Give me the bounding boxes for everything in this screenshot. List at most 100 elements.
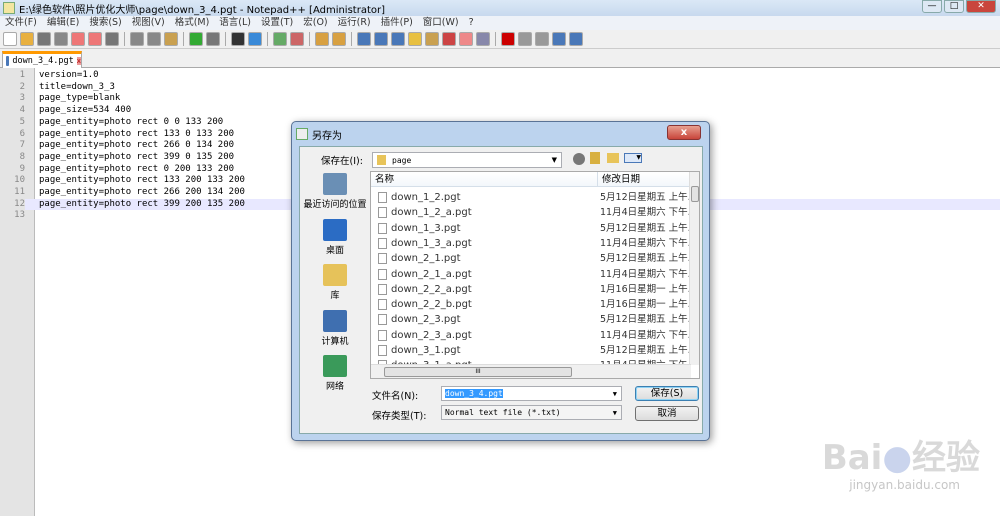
toolbar-button-icon[interactable] (425, 32, 439, 46)
menu-item[interactable]: 搜索(S) (84, 16, 126, 30)
tab-close-icon[interactable]: x (76, 57, 81, 65)
file-date: 11月4日星期六 下午... (600, 268, 690, 280)
toolbar-button-icon[interactable] (476, 32, 490, 46)
file-row[interactable]: down_1_3.pgt 5月12日星期五 上午... (371, 221, 691, 236)
close-button[interactable]: ✕ (966, 0, 996, 13)
toolbar-button-icon[interactable] (408, 32, 422, 46)
places-bar: 最近访问的位置桌面库计算机网络 (301, 169, 369, 433)
column-header-date[interactable]: 修改日期 (597, 172, 691, 187)
menu-item[interactable]: 视图(V) (127, 16, 170, 30)
file-list[interactable]: 名称 修改日期 down_1_2.pgt 5月12日星期五 上午... down_1… (370, 171, 700, 379)
line-number: 1 (19, 70, 25, 80)
tab-down-3-4[interactable]: down_3_4.pgt x (2, 51, 82, 68)
menu-item[interactable]: 文件(F) (0, 16, 42, 30)
editor-line[interactable]: 1 version=1.0 (0, 70, 1000, 82)
file-row[interactable]: down_1_3_a.pgt 11月4日星期六 下午... (371, 236, 691, 251)
place-3[interactable]: 计算机 (301, 309, 369, 347)
toolbar-button-icon[interactable] (569, 32, 583, 46)
toolbar-button-icon[interactable] (189, 32, 203, 46)
toolbar-button-icon[interactable] (535, 32, 549, 46)
menu-item[interactable]: 运行(R) (333, 16, 376, 30)
toolbar-button-icon[interactable] (290, 32, 304, 46)
toolbar-button-icon[interactable] (164, 32, 178, 46)
file-row[interactable]: down_2_3_a.pgt 11月4日星期六 下午... (371, 328, 691, 343)
toolbar-button-icon[interactable] (88, 32, 102, 46)
place-4[interactable]: 网络 (301, 355, 369, 392)
save-button[interactable]: 保存(S) (635, 386, 699, 401)
toolbar-button-icon[interactable] (37, 32, 51, 46)
menu-item[interactable]: 设置(T) (256, 16, 298, 30)
editor-line[interactable]: 2 title=down_3_3 (0, 82, 1000, 94)
place-icon (323, 309, 347, 332)
toolbar-button-icon[interactable] (54, 32, 68, 46)
toolbar-button-icon[interactable] (459, 32, 473, 46)
place-label: 桌面 (325, 245, 344, 256)
maximize-button[interactable]: □ (944, 0, 964, 13)
baidu-watermark-logo: Bai●经验 (821, 438, 980, 478)
menu-item[interactable]: ? (464, 16, 479, 30)
editor-line[interactable]: 4 page_size=534 400 (0, 105, 1000, 117)
toolbar-button-icon[interactable] (273, 32, 287, 46)
toolbar-button-icon[interactable] (391, 32, 405, 46)
toolbar-button-icon[interactable] (332, 32, 346, 46)
menu-item[interactable]: 宏(O) (298, 16, 332, 30)
menu-item[interactable]: 窗口(W) (418, 16, 464, 30)
toolbar-button-icon[interactable] (71, 32, 85, 46)
toolbar-button-icon[interactable] (442, 32, 456, 46)
line-number: 4 (19, 105, 25, 116)
place-2[interactable]: 库 (301, 264, 369, 301)
toolbar-button-icon[interactable] (105, 32, 119, 46)
toolbar-button-icon[interactable] (552, 32, 566, 46)
toolbar-button-icon[interactable] (20, 32, 34, 46)
line-number: 6 (19, 128, 25, 139)
toolbar-button-icon[interactable] (3, 32, 17, 46)
file-icon (378, 283, 387, 295)
file-row[interactable]: down_3_1.pgt 5月12日星期五 上午... (371, 343, 691, 358)
dialog-close-button[interactable]: x (667, 125, 701, 140)
file-icon (378, 253, 387, 265)
toolbar-button-icon[interactable] (357, 32, 371, 46)
file-row[interactable]: down_1_2_a.pgt 11月4日星期六 下午... (371, 205, 691, 220)
toolbar-button-icon[interactable] (501, 32, 515, 46)
up-folder-icon[interactable] (590, 152, 600, 164)
view-menu-icon[interactable]: ▼ (624, 153, 642, 163)
toolbar-button-icon[interactable] (315, 32, 329, 46)
save-in-dropdown[interactable]: page ▼ (372, 152, 562, 168)
horizontal-scrollbar[interactable]: III (371, 364, 691, 378)
file-row[interactable]: down_2_1.pgt 5月12日星期五 上午... (371, 251, 691, 266)
column-header-name[interactable]: 名称 (371, 172, 597, 187)
toolbar-button-icon[interactable] (147, 32, 161, 46)
editor-line[interactable]: 3 page_type=blank (0, 93, 1000, 105)
file-row[interactable]: down_1_2.pgt 5月12日星期五 上午... (371, 190, 691, 205)
line-number: 2 (19, 81, 25, 92)
toolbar-button-icon[interactable] (231, 32, 245, 46)
file-row[interactable]: down_2_3.pgt 5月12日星期五 上午... (371, 312, 691, 327)
new-folder-icon[interactable] (607, 153, 619, 163)
back-icon[interactable] (573, 153, 585, 165)
toolbar-button-icon[interactable] (518, 32, 532, 46)
filename-input[interactable]: down_3_4.pgt ▼ (441, 386, 622, 401)
file-row[interactable]: down_2_2_a.pgt 1月16日星期一 上午... (371, 282, 691, 297)
toolbar-button-icon[interactable] (206, 32, 220, 46)
toolbar-button-icon[interactable] (248, 32, 262, 46)
filename-value: down_3_4.pgt (445, 389, 503, 398)
file-row[interactable]: down_2_1_a.pgt 11月4日星期六 下午... (371, 267, 691, 282)
cancel-button[interactable]: 取消 (635, 406, 699, 421)
menu-item[interactable]: 插件(P) (376, 16, 418, 30)
minimize-button[interactable]: — (922, 0, 942, 13)
file-name: down_1_2.pgt (391, 192, 461, 203)
place-label: 计算机 (321, 336, 349, 347)
menu-item[interactable]: 语言(L) (214, 16, 256, 30)
place-icon (323, 355, 347, 377)
place-0[interactable]: 最近访问的位置 (301, 173, 369, 210)
menu-item[interactable]: 格式(M) (170, 16, 215, 30)
toolbar-button-icon[interactable] (130, 32, 144, 46)
toolbar-button-icon[interactable] (374, 32, 388, 46)
line-text: title=down_3_3 (39, 81, 115, 92)
menu-item[interactable]: 编辑(E) (42, 16, 84, 30)
filetype-dropdown[interactable]: Normal text file (*.txt) ▼ (441, 405, 622, 420)
place-1[interactable]: 桌面 (301, 218, 369, 256)
vertical-scrollbar[interactable] (689, 172, 699, 365)
file-row[interactable]: down_2_2_b.pgt 1月16日星期一 上午... (371, 297, 691, 312)
place-icon (323, 264, 347, 286)
